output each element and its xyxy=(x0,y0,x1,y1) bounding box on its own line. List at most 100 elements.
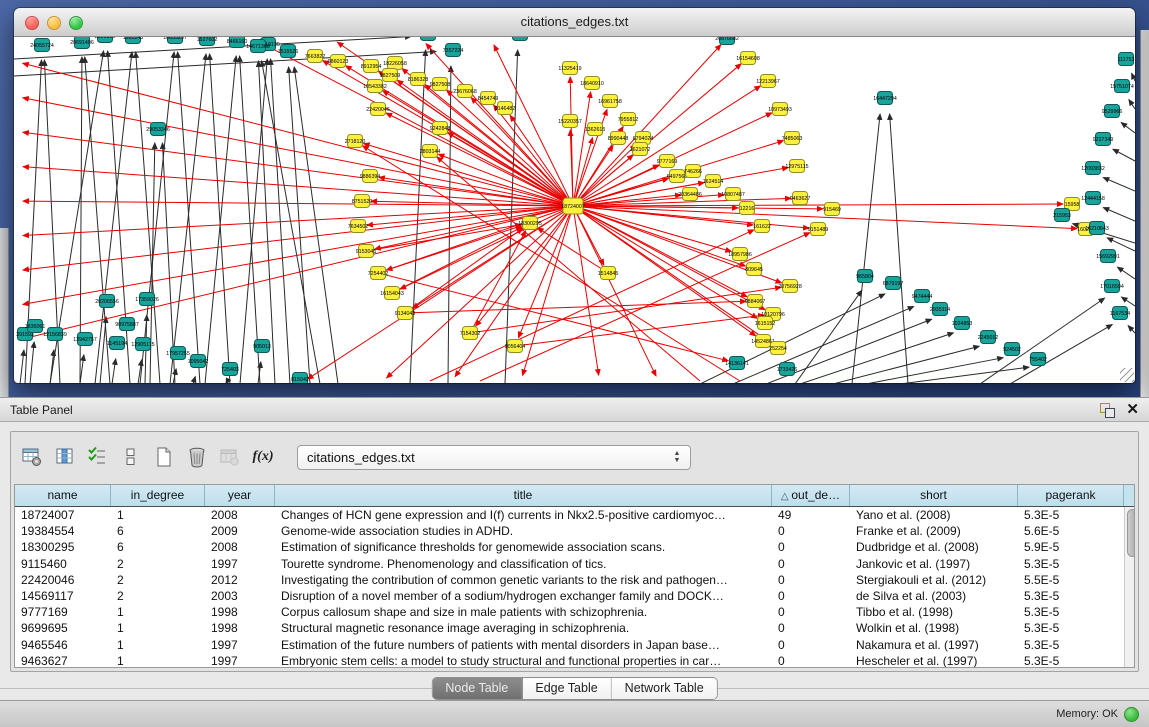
table-cell[interactable]: Investigating the contribution of common… xyxy=(275,573,772,587)
table-cell[interactable]: 1 xyxy=(111,654,205,667)
graph-edge[interactable] xyxy=(112,359,116,383)
graph-node[interactable]: 1615152 xyxy=(755,317,776,330)
graph-node[interactable]: 1167534 xyxy=(1110,307,1130,320)
table-cell[interactable]: 1998 xyxy=(205,621,275,635)
graph-edge[interactable] xyxy=(366,225,521,251)
float-icon[interactable] xyxy=(1098,402,1116,418)
graph-node[interactable]: 8466160 xyxy=(227,37,248,48)
table-cell[interactable]: 2012 xyxy=(205,573,275,587)
graph-edge[interactable] xyxy=(240,56,260,383)
graph-node[interactable]: 11325419 xyxy=(558,62,581,75)
graph-node[interactable]: 16447294 xyxy=(873,92,897,105)
graph-edge[interactable] xyxy=(1117,267,1135,279)
table-cell[interactable]: 5.3E-5 xyxy=(1018,557,1124,571)
table-cell[interactable]: 2 xyxy=(111,589,205,603)
graph-node[interactable]: 24055724 xyxy=(30,39,54,52)
memory-status-indicator[interactable] xyxy=(1124,707,1139,722)
column-header-name[interactable]: name xyxy=(15,485,111,506)
table-cell[interactable]: 5.9E-5 xyxy=(1018,540,1124,554)
table-cell[interactable]: 6 xyxy=(111,540,205,554)
table-cell[interactable]: 9115460 xyxy=(15,557,111,571)
graph-node[interactable]: 18640910 xyxy=(580,77,604,90)
graph-node[interactable]: 252254 xyxy=(769,342,787,355)
show-columns-icon[interactable] xyxy=(52,444,78,470)
table-cell[interactable]: 5.3E-5 xyxy=(1018,605,1124,619)
table-cell[interactable]: Genome-wide association studies in ADHD. xyxy=(275,524,772,538)
table-cell[interactable]: Nakamura et al. (1997) xyxy=(850,638,1018,652)
tab-edge-table[interactable]: Edge Table xyxy=(522,678,611,699)
graph-node[interactable]: 755402 xyxy=(1029,353,1047,366)
table-cell[interactable]: 5.5E-5 xyxy=(1018,573,1124,587)
select-visible-icon[interactable] xyxy=(85,444,111,470)
table-cell[interactable]: 2008 xyxy=(205,540,275,554)
graph-node[interactable]: 8751520 xyxy=(352,195,373,208)
table-cell[interactable]: 9699695 xyxy=(15,621,111,635)
table-row[interactable]: 1938455462009Genome-wide association stu… xyxy=(15,523,1124,539)
column-header-pagerank[interactable]: pagerank xyxy=(1018,485,1124,506)
graph-node[interactable]: 12444158 xyxy=(1081,192,1105,205)
table-cell[interactable]: Structural magnetic resonance image aver… xyxy=(275,621,772,635)
table-row[interactable]: 977716911998Corpus callosum shape and si… xyxy=(15,604,1124,620)
table-cell[interactable]: Hescheler et al. (1997) xyxy=(850,654,1018,667)
window-resize-grip[interactable] xyxy=(1120,368,1134,382)
graph-edge[interactable] xyxy=(410,50,426,383)
graph-node[interactable]: 17957255 xyxy=(166,347,190,360)
graph-node[interactable]: 16961758 xyxy=(598,95,622,108)
table-row[interactable]: 1456911722003Disruption of a novel membe… xyxy=(15,588,1124,604)
graph-node[interactable]: 746266 xyxy=(684,165,702,178)
graph-node[interactable]: 17016504 xyxy=(1100,280,1124,293)
graph-node[interactable]: 2935114 xyxy=(930,303,950,316)
graph-node[interactable]: 725403 xyxy=(221,363,239,376)
graph-node[interactable]: 8990448 xyxy=(608,132,629,145)
tab-node-table[interactable]: Node Table xyxy=(432,678,522,699)
table-cell[interactable]: Stergiakouli et al. (2012) xyxy=(850,573,1018,587)
graph-edge[interactable] xyxy=(1103,208,1135,221)
graph-node[interactable]: 111753 xyxy=(1118,53,1135,66)
graph-edge[interactable] xyxy=(23,63,573,206)
graph-node[interactable]: 18226058 xyxy=(383,57,407,70)
graph-edge[interactable] xyxy=(1128,326,1135,333)
graph-node[interactable]: 15692991 xyxy=(1096,250,1120,263)
graph-node[interactable]: 1981243 xyxy=(123,37,144,44)
graph-node[interactable]: 7485063 xyxy=(782,132,803,145)
graph-node[interactable]: 18957986 xyxy=(728,248,752,261)
graph-edge[interactable] xyxy=(980,298,1105,383)
table-cell[interactable]: 9777169 xyxy=(15,605,111,619)
table-cell[interactable]: 0 xyxy=(772,540,850,554)
table-mode-icon[interactable] xyxy=(19,444,45,470)
table-cell[interactable]: Tourette syndrome. Phenomenology and cla… xyxy=(275,557,772,571)
graph-edge[interactable] xyxy=(20,350,24,383)
graph-edge[interactable] xyxy=(430,230,754,381)
graph-edge[interactable] xyxy=(573,206,731,252)
graph-edge[interactable] xyxy=(205,56,236,383)
graph-node[interactable]: 9884067 xyxy=(745,295,766,308)
graph-edge[interactable] xyxy=(523,206,573,375)
table-cell[interactable]: 1 xyxy=(111,638,205,652)
table-cell[interactable]: Franke et al. (2009) xyxy=(850,524,1018,538)
graph-node[interactable]: 10807487 xyxy=(721,188,745,201)
graph-node[interactable]: 8186328 xyxy=(408,73,429,86)
graph-node[interactable]: 1024853 xyxy=(952,317,973,330)
table-cell[interactable]: 18300295 xyxy=(15,540,111,554)
graph-node[interactable]: 7634502 xyxy=(348,220,369,233)
graph-node[interactable]: 8912954 xyxy=(361,60,382,73)
table-cell[interactable]: 2008 xyxy=(205,508,275,522)
graph-node[interactable]: 17359026 xyxy=(135,293,159,306)
import-table-icon[interactable] xyxy=(217,444,243,470)
table-row[interactable]: 911546021997Tourette syndrome. Phenomeno… xyxy=(15,556,1124,572)
table-cell[interactable]: 1998 xyxy=(205,605,275,619)
table-row[interactable]: 1830029562008Estimation of significance … xyxy=(15,539,1124,555)
graph-node[interactable]: 7357224 xyxy=(443,44,464,57)
graph-edge[interactable] xyxy=(240,59,267,383)
table-cell[interactable]: Embryonic stem cells: a model to study s… xyxy=(275,654,772,667)
table-cell[interactable]: 1 xyxy=(111,621,205,635)
graph-node[interactable]: 9146482 xyxy=(495,102,516,115)
table-cell[interactable]: 2 xyxy=(111,557,205,571)
graph-edge[interactable] xyxy=(890,114,908,383)
graph-node[interactable]: 7515526 xyxy=(278,45,299,58)
graph-edge[interactable] xyxy=(193,377,195,383)
graph-node[interactable]: 915469 xyxy=(823,203,841,216)
table-cell[interactable]: 5.3E-5 xyxy=(1018,589,1124,603)
graph-edge[interactable] xyxy=(1132,73,1135,81)
table-cell[interactable]: 18724007 xyxy=(15,508,111,522)
